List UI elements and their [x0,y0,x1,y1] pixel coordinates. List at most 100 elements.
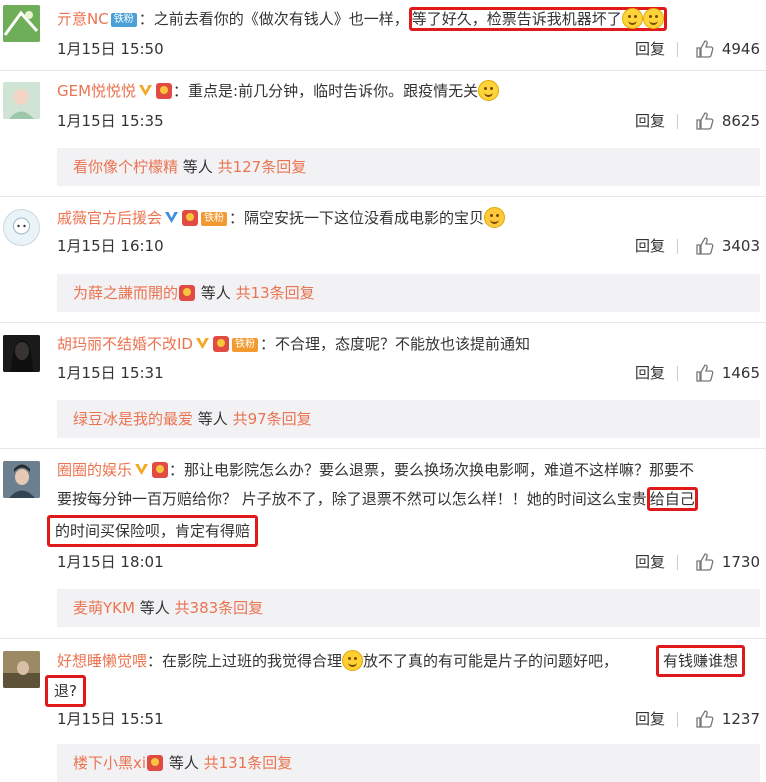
fan-medal-icon [152,462,169,478]
reply-button[interactable]: 回复 [635,549,665,575]
highlighted-text: 等了好久，检票告诉我机器坏了 [411,10,622,28]
reply-button[interactable]: 回复 [635,360,665,386]
comment-text-part: ：重点是:前几分钟，临时告诉你。跟疫情无关 [173,82,479,100]
comment-text: 圈圈的娱乐 ：那让电影院怎么办？要么退票，要么换场次换电影啊，难道不这样嘛？那要不… [57,457,760,512]
comment-username[interactable]: GEM悦悦悦 [57,82,136,100]
highlight-box: 给自己 [646,487,698,511]
avatar-image [3,651,40,688]
comment-username[interactable]: 胡玛丽不结婚不改ID [57,335,193,353]
laugh-cry-emoji-icon [342,650,364,671]
comment-text: GEM悦悦悦 ：重点是:前几分钟，临时告诉你。跟疫情无关 [57,78,760,104]
reply-username[interactable]: 楼下小黑xi [73,754,146,772]
highlight-box: 有钱赚谁想 [656,645,746,677]
thumbs-up-icon[interactable] [695,363,715,383]
reply-button[interactable]: 回复 [635,108,665,134]
like-count: 1237 [721,710,760,728]
highlighted-text: 的时间买保险呗，肯定有得赔 [55,522,251,540]
highlight-box: 的时间买保险呗，肯定有得赔 [47,515,259,547]
avatar[interactable] [3,335,40,372]
avatar[interactable] [3,209,40,246]
divider [0,638,766,639]
comment-time: 1月15日 18:01 [57,553,164,571]
replies-count-link[interactable]: 共127条回复 [218,158,307,176]
fan-badge: 铁粉 [110,13,137,27]
replies-deng-ren: 等人 [200,284,231,302]
thumbs-up-icon[interactable] [695,709,715,729]
comment-username[interactable]: 戚薇官方后援会 [57,209,162,227]
replies-summary[interactable]: 为薛之謙而開的 等人 共13条回复 [57,274,760,312]
avatar[interactable] [3,651,40,688]
reply-username[interactable]: 为薛之謙而開的 [73,284,178,302]
avatar-image [3,461,40,498]
comment-time: 1月15日 15:51 [57,710,164,728]
comment-username[interactable]: 好想睡懒觉喂 [57,652,147,670]
highlighted-text: 退? [54,682,77,700]
reply-username[interactable]: 绿豆冰是我的最爱 [73,410,193,428]
comment-feed: 亓意NC 铁粉 ：之前去看你的《做次有钱人》也一样， 等了好久，检票告诉我机器坏了 1… [0,0,766,782]
comment-meta: 1月15日 18:01 回复 1730 [57,549,760,575]
reply-username[interactable]: 看你像个柠檬精 [73,158,178,176]
replies-summary[interactable]: 麦萌YKM 等人 共383条回复 [57,589,760,627]
hug-emoji-icon [484,207,506,228]
replies-summary[interactable]: 绿豆冰是我的最爱 等人 共97条回复 [57,400,760,438]
smile-emoji-icon [642,8,664,29]
reply-username[interactable]: 麦萌YKM [73,599,135,617]
divider [677,366,678,381]
verified-v-icon [195,338,209,349]
like-count: 3403 [721,237,760,255]
comment-item: 圈圈的娱乐 ：那让电影院怎么办？要么退票，要么换场次换电影啊，难道不这样嘛？那要不… [0,451,766,629]
comment-text-part: 放不了真的有可能是片子的问题好吧， [363,652,619,670]
thumbs-up-icon[interactable] [695,552,715,572]
comment-time: 1月15日 15:50 [57,40,164,58]
reply-button[interactable]: 回复 [635,233,665,259]
thumbs-up-icon[interactable] [695,111,715,131]
comment-text-part: ：隔空安抚一下这位没看成电影的宝贝 [229,209,485,227]
replies-count-link[interactable]: 共97条回复 [233,410,312,428]
fan-badge: 铁粉 [231,338,258,352]
comment-text: 胡玛丽不结婚不改ID 铁粉 ：不合理，态度呢？不能放也该提前通知 [57,331,760,357]
replies-summary[interactable]: 楼下小黑xi 等人 共131条回复 [57,744,760,782]
divider [0,322,766,323]
thumbs-up-icon[interactable] [695,236,715,256]
divider [677,239,678,254]
highlighted-text: 有钱赚谁想 [663,652,739,670]
verified-v-icon [135,464,149,475]
comment-time: 1月15日 16:10 [57,237,164,255]
comment-text-part: ：在影院上过班的我觉得合理 [147,652,343,670]
replies-summary[interactable]: 看你像个柠檬精 等人 共127条回复 [57,148,760,186]
replies-deng-ren: 等人 [168,754,199,772]
fan-medal-icon [212,336,229,352]
avatar-image [3,209,40,246]
avatar[interactable] [3,461,40,498]
highlight-box: 等了好久，检票告诉我机器坏了 [408,7,667,31]
divider [0,196,766,197]
comment-username[interactable]: 亓意NC [57,10,109,28]
comment-item: 胡玛丽不结婚不改ID 铁粉 ：不合理，态度呢？不能放也该提前通知 1月15日 15:… [0,325,766,451]
divider [677,555,678,570]
avatar[interactable] [3,82,40,119]
divider [0,448,766,449]
fan-medal-icon [147,755,164,771]
replies-deng-ren: 等人 [139,599,170,617]
fan-medal-icon [182,210,199,226]
comment-text-part: ：之前去看你的《做次有钱人》也一样， [138,10,409,28]
divider [0,70,766,71]
replies-count-link[interactable]: 共131条回复 [204,754,293,772]
avatar[interactable] [3,5,40,42]
fan-badge: 铁粉 [201,212,228,226]
replies-count-link[interactable]: 共13条回复 [236,284,315,302]
comment-meta: 1月15日 16:10 回复 3403 [57,233,760,259]
replies-count-link[interactable]: 共383条回复 [175,599,264,617]
verified-v-icon [139,85,153,96]
avatar-image [3,5,40,42]
avatar-image [3,82,40,119]
comment-time: 1月15日 15:35 [57,112,164,130]
comment-text-part: ：不合理，态度呢？不能放也该提前通知 [259,335,530,353]
comment-text-part: 要按每分钟一百万赔给你？ 片子放不了，除了退票不然可以怎么样！！她的时间这么宝贵 [57,490,647,508]
reply-button[interactable]: 回复 [635,36,665,62]
reply-button[interactable]: 回复 [635,706,665,732]
comment-username[interactable]: 圈圈的娱乐 [57,461,132,479]
comment-meta: 1月15日 15:51 回复 1237 [57,706,760,732]
highlight-box: 退? [45,675,86,707]
thumbs-up-icon[interactable] [695,39,715,59]
